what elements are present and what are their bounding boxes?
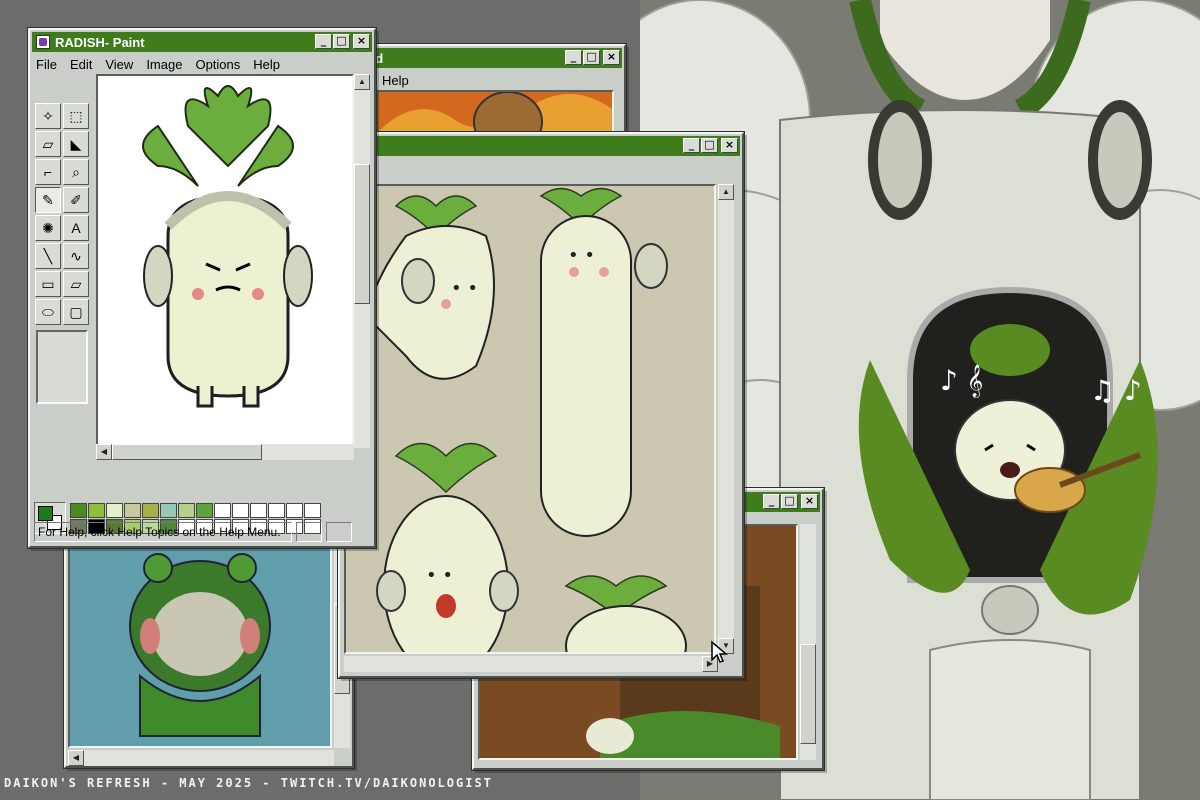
paint-window[interactable]: RADISH- Paint _ □ × File Edit View Image…	[28, 28, 376, 548]
tool-pencil-icon[interactable]: ✎	[35, 187, 61, 213]
palette-swatch[interactable]	[196, 502, 213, 518]
maximize-button[interactable]: □	[333, 34, 350, 49]
tool-text-icon[interactable]: A	[63, 215, 89, 241]
maximize-button[interactable]: □	[701, 138, 718, 153]
maximize-button[interactable]: □	[781, 494, 798, 509]
minimize-button[interactable]: _	[683, 138, 700, 153]
menu-options[interactable]: Options	[195, 57, 240, 72]
palette-swatch[interactable]	[70, 502, 87, 518]
palette-swatch[interactable]	[124, 502, 141, 518]
brown-vscroll[interactable]	[800, 524, 816, 760]
paint-title: RADISH- Paint	[55, 34, 145, 50]
palette-swatch[interactable]	[232, 502, 249, 518]
status-text: For Help, click Help Topics on the Help …	[34, 522, 292, 542]
tool-brush-icon[interactable]: ✐	[63, 187, 89, 213]
close-button[interactable]: ×	[721, 138, 738, 153]
footer-caption: Daikon's Refresh - May 2025 - twitch.tv/…	[4, 776, 493, 790]
svg-text:• •: • •	[451, 278, 478, 299]
sketches-titlebar: _ □ ×	[342, 136, 740, 156]
minimize-button[interactable]: _	[565, 50, 582, 65]
foreground-color	[38, 506, 53, 521]
paint-menubar: File Edit View Image Options Help	[30, 54, 374, 74]
palette-swatch[interactable]	[88, 502, 105, 518]
paint-canvas[interactable]	[96, 74, 354, 448]
tool-eraser-icon[interactable]: ▱	[35, 131, 61, 157]
menu-view[interactable]: View	[105, 57, 133, 72]
menu-file[interactable]: File	[36, 57, 57, 72]
tool-line-icon[interactable]: ╲	[35, 243, 61, 269]
tool-magnifier-icon[interactable]: ⌕	[63, 159, 89, 185]
svg-text:• •: • •	[426, 565, 453, 586]
tool-curve-icon[interactable]: ∿	[63, 243, 89, 269]
tool-airbrush-icon[interactable]: ✺	[35, 215, 61, 241]
menu-help[interactable]: Help	[253, 57, 280, 72]
frog-window[interactable]: ◀	[64, 510, 354, 768]
tool-eyedropper-icon[interactable]: ⌐	[35, 159, 61, 185]
status-bar: For Help, click Help Topics on the Help …	[34, 521, 370, 543]
paint-hscroll[interactable]: ◀	[96, 444, 354, 460]
status-position	[296, 522, 322, 542]
toolbox: ✧ ⬚▱ ◣⌐ ⌕✎ ✐✺ A╲ ∿▭ ▱⬭ ▢	[34, 102, 94, 408]
palette-swatch[interactable]	[142, 502, 159, 518]
menu-edit[interactable]: Edit	[70, 57, 92, 72]
maximize-button[interactable]: □	[583, 50, 600, 65]
close-button[interactable]: ×	[603, 50, 620, 65]
menu-help[interactable]: Help	[382, 73, 409, 88]
tool-rect-select-icon[interactable]: ⬚	[63, 103, 89, 129]
mouse-cursor-icon	[710, 640, 729, 669]
close-button[interactable]: ×	[801, 494, 818, 509]
menu-image[interactable]: Image	[146, 57, 182, 72]
notepad-titlebar: ad _ □ ×	[344, 48, 622, 68]
palette-swatch[interactable]	[250, 502, 267, 518]
tool-fill-icon[interactable]: ◣	[63, 131, 89, 157]
palette-swatch[interactable]	[286, 502, 303, 518]
tool-polygon-icon[interactable]: ▱	[63, 271, 89, 297]
palette-swatch[interactable]	[214, 502, 231, 518]
notepad-menubar: Help	[342, 70, 624, 90]
status-size	[326, 522, 352, 542]
frog-canvas	[68, 514, 332, 748]
palette-swatch[interactable]	[160, 502, 177, 518]
tool-free-select-icon[interactable]: ✧	[35, 103, 61, 129]
minimize-button[interactable]: _	[763, 494, 780, 509]
sketches-canvas: • • • • • •	[344, 184, 716, 654]
svg-text:• •: • •	[568, 245, 595, 266]
paint-app-icon	[36, 35, 50, 49]
sketches-vscroll[interactable]: ▲ ▼	[718, 184, 734, 654]
tool-ellipse-icon[interactable]: ⬭	[35, 299, 61, 325]
close-button[interactable]: ×	[353, 34, 370, 49]
palette-swatch[interactable]	[304, 502, 321, 518]
sketches-window[interactable]: _ □ × • • • • • • ▲ ▼ ▶	[338, 132, 744, 678]
svg-text:♪ 𝄞: ♪ 𝄞	[940, 364, 983, 398]
frog-hscroll[interactable]: ◀	[68, 750, 334, 766]
palette-swatch[interactable]	[268, 502, 285, 518]
tool-rectangle-icon[interactable]: ▭	[35, 271, 61, 297]
palette-swatch[interactable]	[106, 502, 123, 518]
sketches-hscroll[interactable]: ▶	[344, 656, 718, 672]
tool-options[interactable]	[36, 330, 88, 404]
svg-text:♫ ♪: ♫ ♪	[1090, 374, 1142, 407]
paint-titlebar: RADISH- Paint _ □ ×	[32, 32, 372, 52]
tool-rounded-rect-icon[interactable]: ▢	[63, 299, 89, 325]
paint-vscroll[interactable]: ▲	[354, 74, 370, 448]
palette-swatch[interactable]	[178, 502, 195, 518]
minimize-button[interactable]: _	[315, 34, 332, 49]
